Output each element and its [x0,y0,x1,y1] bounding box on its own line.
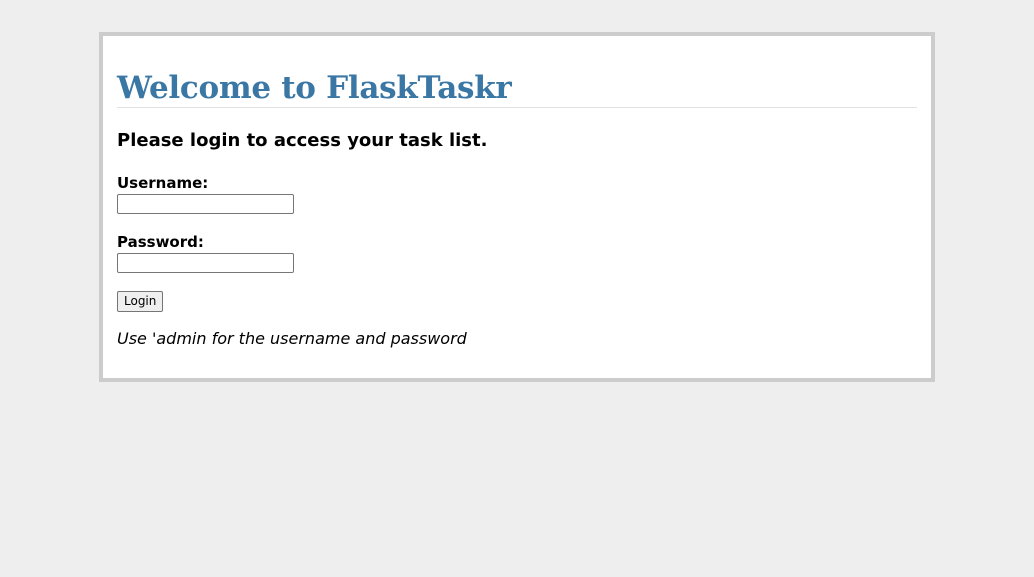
login-button[interactable]: Login [117,291,164,312]
username-input[interactable] [117,194,294,214]
credentials-hint: Use 'admin for the username and password [117,329,467,348]
page-subtitle: Please login to access your task list. [117,130,488,151]
title-divider [117,107,917,108]
username-label: Username: [117,174,209,192]
password-label: Password: [117,233,204,251]
page-title: Welcome to FlaskTaskr [117,70,512,106]
password-input[interactable] [117,253,294,273]
login-panel: Welcome to FlaskTaskr Please login to ac… [99,32,935,382]
